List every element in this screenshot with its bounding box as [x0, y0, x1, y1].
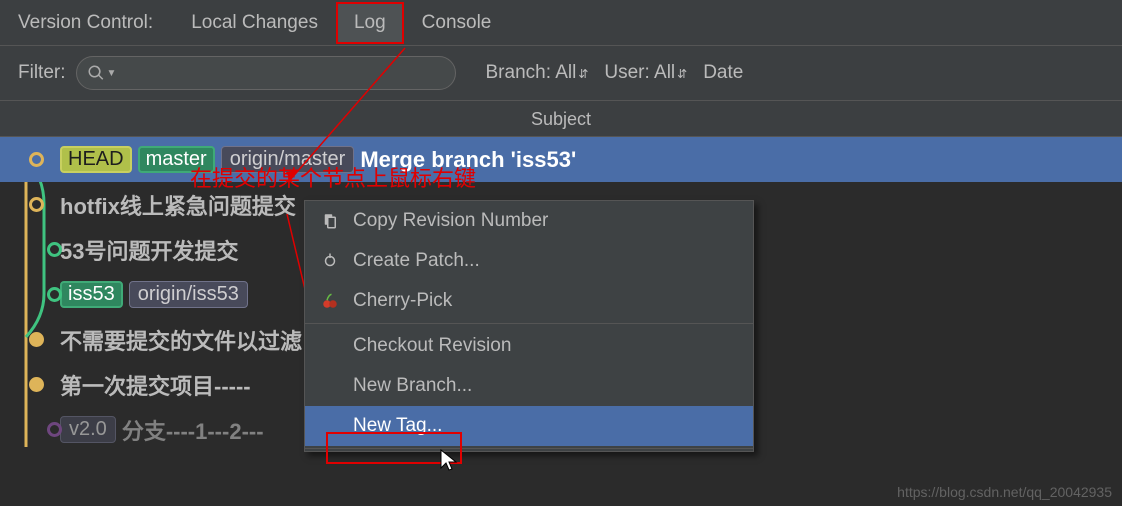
- watermark: https://blog.csdn.net/qq_20042935: [897, 484, 1112, 500]
- menu-checkout-revision[interactable]: Checkout Revision: [305, 326, 753, 366]
- tab-local-changes[interactable]: Local Changes: [173, 2, 336, 44]
- branch-filter[interactable]: Branch: All⇵: [486, 62, 589, 84]
- copy-icon: [319, 210, 341, 232]
- cherry-icon: [319, 290, 341, 312]
- tag-remote: origin/iss53: [129, 281, 248, 308]
- blank-icon: [319, 335, 341, 357]
- menu-cherry-pick[interactable]: Cherry-Pick: [305, 281, 753, 321]
- commit-subject: Merge branch 'iss53': [360, 147, 576, 173]
- column-header-subject: Subject: [0, 101, 1122, 137]
- menu-separator: [305, 448, 753, 449]
- chevron-down-icon: ▼: [107, 68, 117, 79]
- blank-icon: [319, 375, 341, 397]
- menu-create-patch[interactable]: Create Patch...: [305, 241, 753, 281]
- commit-subject: 53号问题开发提交: [60, 234, 238, 266]
- menu-copy-revision[interactable]: Copy Revision Number: [305, 201, 753, 241]
- tab-log[interactable]: Log: [336, 2, 404, 44]
- tag-remote: origin/master: [221, 146, 355, 173]
- patch-icon: [319, 250, 341, 272]
- filter-label: Filter:: [18, 62, 66, 84]
- context-menu: Copy Revision Number Create Patch... Che…: [304, 200, 754, 452]
- commit-subject: 分支----1---2---: [122, 414, 264, 446]
- tag-master: master: [138, 146, 215, 173]
- date-filter[interactable]: Date: [703, 62, 743, 84]
- menu-separator: [305, 323, 753, 324]
- commit-row[interactable]: HEAD master origin/master Merge branch '…: [0, 137, 1122, 182]
- commit-subject: 不需要提交的文件以过滤: [60, 324, 302, 356]
- search-input[interactable]: ▼: [76, 56, 456, 90]
- menu-new-branch[interactable]: New Branch...: [305, 366, 753, 406]
- tag-iss53: iss53: [60, 281, 123, 308]
- filter-row: Filter: ▼ Branch: All⇵ User: All⇵ Date: [0, 46, 1122, 101]
- tab-console[interactable]: Console: [404, 2, 510, 44]
- user-filter[interactable]: User: All⇵: [604, 62, 687, 84]
- tag-v20: v2.0: [60, 416, 116, 443]
- commit-subject: hotfix线上紧急问题提交: [60, 189, 296, 221]
- panel-label: Version Control:: [18, 12, 153, 34]
- version-control-tabs: Version Control: Local Changes Log Conso…: [0, 0, 1122, 46]
- blank-icon: [319, 415, 341, 437]
- tag-head: HEAD: [60, 146, 132, 173]
- search-icon: [87, 64, 105, 82]
- commit-subject: 第一次提交项目-----: [60, 369, 251, 401]
- menu-new-tag[interactable]: New Tag...: [305, 406, 753, 446]
